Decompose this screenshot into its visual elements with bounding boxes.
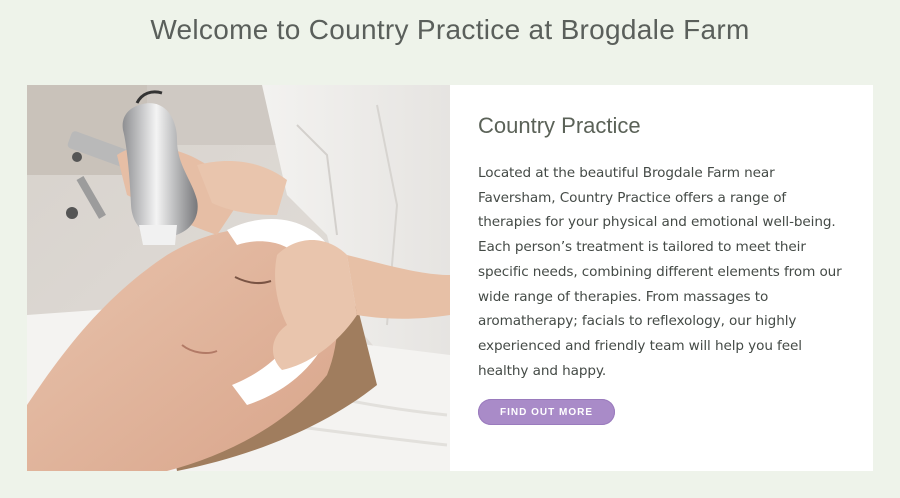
feature-card: Country Practice Located at the beautifu… xyxy=(27,85,873,471)
treatment-photo xyxy=(27,85,450,471)
content-panel: Country Practice Located at the beautifu… xyxy=(450,85,873,471)
section-description: Located at the beautiful Brogdale Farm n… xyxy=(478,165,842,379)
page-title: Welcome to Country Practice at Brogdale … xyxy=(150,14,750,45)
find-out-more-button[interactable]: FIND OUT MORE xyxy=(478,399,615,426)
section-heading: Country Practice xyxy=(478,113,641,138)
